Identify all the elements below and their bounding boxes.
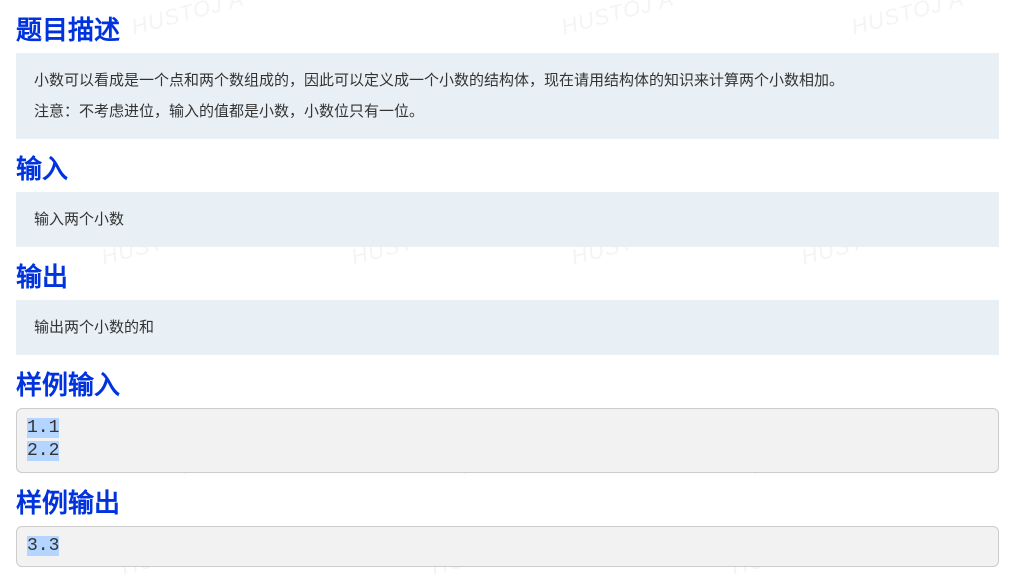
output-text: 输出两个小数的和 (34, 314, 981, 341)
sample-output-code: 3.3 (27, 536, 59, 556)
heading-description: 题目描述 (16, 10, 999, 47)
description-para-1: 小数可以看成是一个点和两个数组成的，因此可以定义成一个小数的结构体，现在请用结构… (34, 67, 981, 94)
output-block: 输出两个小数的和 (16, 300, 999, 355)
sample-input-block[interactable]: 1.1 2.2 (16, 408, 999, 473)
input-text: 输入两个小数 (34, 206, 981, 233)
input-block: 输入两个小数 (16, 192, 999, 247)
sample-input-code: 1.1 2.2 (27, 418, 59, 461)
heading-sample-input: 样例输入 (16, 365, 999, 402)
heading-sample-output: 样例输出 (16, 483, 999, 520)
description-block: 小数可以看成是一个点和两个数组成的，因此可以定义成一个小数的结构体，现在请用结构… (16, 53, 999, 139)
description-para-2: 注意：不考虑进位，输入的值都是小数，小数位只有一位。 (34, 98, 981, 125)
sample-output-block[interactable]: 3.3 (16, 526, 999, 567)
heading-output: 输出 (16, 257, 999, 294)
heading-input: 输入 (16, 149, 999, 186)
problem-content: 题目描述 小数可以看成是一个点和两个数组成的，因此可以定义成一个小数的结构体，现… (0, 10, 1015, 583)
